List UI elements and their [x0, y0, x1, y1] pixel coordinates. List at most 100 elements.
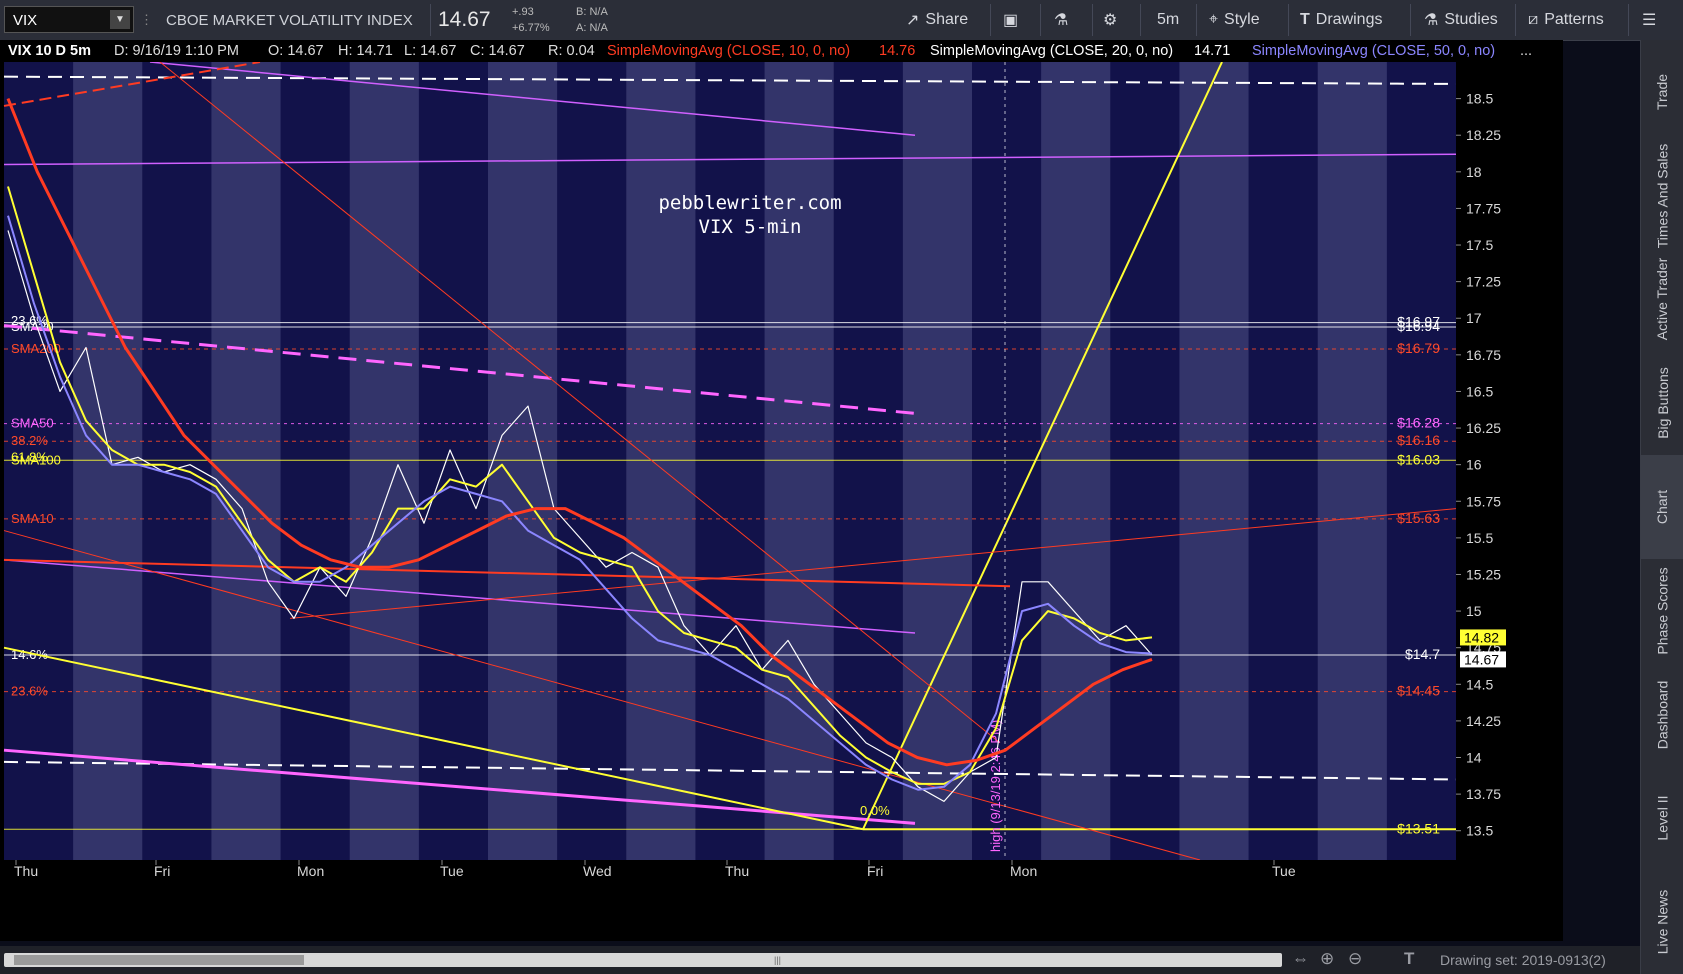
flask-button[interactable]: ⚗	[1054, 0, 1068, 40]
share-button[interactable]: ↗ Share	[906, 0, 968, 40]
last-price: 14.67	[438, 8, 491, 31]
style-button[interactable]: ⌖ Style	[1209, 0, 1260, 40]
time-tick-label: Thu	[725, 863, 749, 879]
patterns-icon: ⧄	[1528, 11, 1539, 28]
symbol-text: VIX	[13, 12, 38, 29]
zero-percent-label: 0.0%	[860, 803, 890, 818]
side-tab-label: Big Buttons	[1654, 367, 1671, 440]
studies-label: Studies	[1444, 11, 1498, 28]
price-tick-label: 13.5	[1466, 823, 1493, 839]
session-stripe	[1179, 62, 1249, 860]
session-stripe	[1041, 62, 1111, 860]
price-tick-label: 16.5	[1466, 383, 1493, 399]
expand-icon[interactable]: ⇔	[1292, 949, 1309, 969]
symbol-selector[interactable]: VIX ▼	[4, 6, 134, 33]
drawings-label: Drawings	[1315, 11, 1383, 28]
flask-icon: ⚗	[1054, 12, 1069, 29]
study-sma50[interactable]: SimpleMovingAvg (CLOSE, 50, 0, no)	[1252, 43, 1495, 59]
side-tab-label: Active Trader	[1654, 258, 1671, 341]
side-tab-chart[interactable]: Chart	[1641, 455, 1683, 559]
chart-area[interactable]: $16.97 $16.94 $16.79 $16.28 $16.16 $16.03 $15.…	[0, 61, 1563, 941]
bar-date: D: 9/16/19 1:10 PM	[114, 43, 239, 59]
text-tool-icon[interactable]: T	[1404, 949, 1414, 969]
chart-annotation: pebblewriter.com	[658, 192, 841, 214]
session-stripe	[902, 62, 972, 860]
session-stripe	[764, 62, 834, 860]
chart-settings-button[interactable]: ▣	[1003, 0, 1018, 40]
side-tab-label: Dashboard	[1654, 680, 1671, 749]
drawings-button[interactable]: T Drawings	[1300, 0, 1382, 40]
time-scrollbar[interactable]: |||	[4, 953, 1282, 967]
price-level-label: $16.79	[1397, 340, 1440, 356]
price-tick-label: 17.5	[1466, 237, 1493, 253]
bar-range: R: 0.04	[548, 43, 595, 59]
timeframe-button[interactable]: 5m	[1157, 0, 1179, 40]
side-tab-label: Times And Sales	[1654, 143, 1671, 248]
price-tick-label: 16	[1466, 457, 1482, 473]
style-label: Style	[1224, 11, 1260, 28]
price-level-label: $14.45	[1397, 683, 1440, 699]
patterns-button[interactable]: ⧄ Patterns	[1528, 0, 1604, 40]
side-tab-label: Level II	[1654, 795, 1671, 841]
price-chart[interactable]: $16.97$16.94$16.79$16.28$16.16$16.03$15.…	[0, 61, 1563, 941]
drawing-set-label: Drawing set: 2019-0913(2)	[1440, 952, 1606, 968]
menu-button[interactable]: ☰	[1642, 0, 1656, 40]
session-stripe	[1317, 62, 1387, 860]
studies-button[interactable]: ⚗ Studies	[1424, 0, 1498, 40]
bid-price: B: N/A	[576, 6, 608, 18]
menu-icon: ☰	[1642, 12, 1657, 29]
session-stripe	[488, 62, 558, 860]
link-icon[interactable]: ⋮	[140, 12, 153, 28]
style-icon: ⌖	[1209, 11, 1219, 28]
price-tick-label: 15.75	[1466, 493, 1501, 509]
side-tab-level-ii[interactable]: Level II	[1641, 766, 1683, 870]
price-tick-label: 16.75	[1466, 347, 1501, 363]
side-tab-trade[interactable]: Trade	[1641, 40, 1683, 144]
crosshair-icon[interactable]: ⊕	[1320, 949, 1334, 969]
price-tick-label: 18.25	[1466, 127, 1501, 143]
price-level-label: $16.16	[1397, 432, 1440, 448]
side-tab-big-buttons[interactable]: Big Buttons	[1641, 351, 1683, 455]
price-tick-label: 14	[1466, 750, 1482, 766]
session-stripe	[211, 62, 281, 860]
settings-button[interactable]: ⚙	[1103, 0, 1117, 40]
net-change: +.93	[512, 6, 534, 18]
zoom-icon[interactable]: ⊖	[1348, 949, 1362, 969]
fib-level-label: 38.2%	[11, 433, 48, 448]
chevron-down-icon[interactable]: ▼	[110, 10, 130, 29]
side-tab-label: Chart	[1654, 489, 1671, 525]
side-tab-phase-scores[interactable]: Phase Scores	[1641, 559, 1683, 663]
fib-level-label: SMA100	[11, 452, 61, 467]
side-tab-label: Trade	[1654, 73, 1671, 110]
side-panel: Trade Times And Sales Active Trader Big But…	[1640, 40, 1683, 974]
time-tick-label: Fri	[867, 863, 883, 879]
price-tick-label: 17	[1466, 310, 1482, 326]
study-sma20[interactable]: SimpleMovingAvg (CLOSE, 20, 0, no)	[930, 43, 1173, 59]
ask-price: A: N/A	[576, 22, 608, 34]
scroll-thumb[interactable]	[14, 955, 304, 965]
side-tab-active-trader[interactable]: Active Trader	[1641, 248, 1683, 352]
price-tick-label: 14.5	[1466, 676, 1493, 692]
session-stripe	[626, 62, 696, 860]
price-tick-label: 17.25	[1466, 274, 1501, 290]
time-tick-label: Mon	[297, 863, 324, 879]
price-flag-label: 14.67	[1464, 651, 1499, 667]
patterns-label: Patterns	[1544, 11, 1604, 28]
timeframe-label: 5m	[1157, 11, 1180, 28]
time-tick-label: Fri	[154, 863, 170, 879]
side-tab-label: Phase Scores	[1654, 567, 1671, 655]
study-sma10[interactable]: SimpleMovingAvg (CLOSE, 10, 0, no)	[607, 43, 850, 59]
price-level-label: $16.94	[1397, 318, 1440, 334]
fib-level-label: 23.6%	[11, 684, 48, 699]
bar-high: H: 14.71	[338, 43, 393, 59]
more-studies[interactable]: ...	[1520, 43, 1532, 59]
price-tick-label: 13.75	[1466, 786, 1501, 802]
price-tick-label: 18.5	[1466, 91, 1493, 107]
side-tab-live-news[interactable]: Live News	[1641, 870, 1683, 974]
share-label: Share	[925, 11, 969, 28]
price-level-label: $16.03	[1397, 451, 1440, 467]
bar-low: L: 14.67	[404, 43, 457, 59]
price-tick-label: 14.25	[1466, 713, 1501, 729]
side-tab-times-and-sales[interactable]: Times And Sales	[1641, 143, 1683, 248]
side-tab-dashboard[interactable]: Dashboard	[1641, 663, 1683, 767]
